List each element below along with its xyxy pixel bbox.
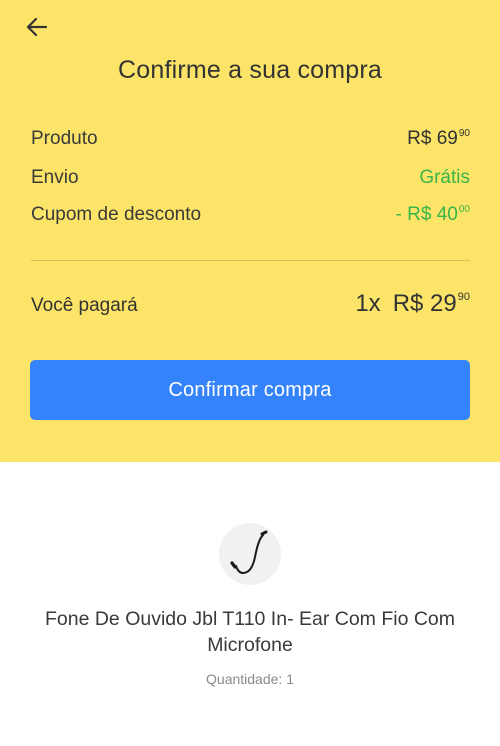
page-title: Confirme a sua compra [117, 56, 383, 84]
coupon-discount: - R$ 4000 [395, 204, 470, 225]
shipping-label: Envio [31, 167, 79, 188]
product-label: Produto [31, 128, 98, 149]
total-quantity: 1x [355, 290, 381, 317]
shipping-value: Grátis [419, 167, 470, 188]
coupon-label: Cupom de desconto [31, 204, 202, 225]
total-amount: 1x R$ 2990 [355, 290, 470, 317]
summary-row-product: Produto R$ 6990 [31, 128, 470, 158]
back-arrow-icon[interactable] [22, 12, 52, 42]
summary-row-shipping: Envio Grátis [31, 167, 470, 197]
total-row: Você pagará 1x R$ 2990 [31, 290, 470, 326]
total-label: Você pagará [31, 295, 138, 316]
product-image [219, 523, 281, 585]
earphone-cable-image [230, 530, 268, 575]
confirm-purchase-button[interactable]: Confirmar compra [30, 360, 470, 420]
checkout-summary-panel: Confirme a sua compra Produto R$ 6990 En… [0, 0, 500, 462]
product-quantity: Quantidade: 1 [206, 671, 294, 687]
product-price: R$ 6990 [407, 128, 470, 149]
summary-row-coupon: Cupom de desconto - R$ 4000 [31, 204, 470, 234]
summary-divider [31, 260, 470, 261]
product-name: Fone De Ouvido Jbl T110 In- Ear Com Fio … [44, 608, 456, 656]
